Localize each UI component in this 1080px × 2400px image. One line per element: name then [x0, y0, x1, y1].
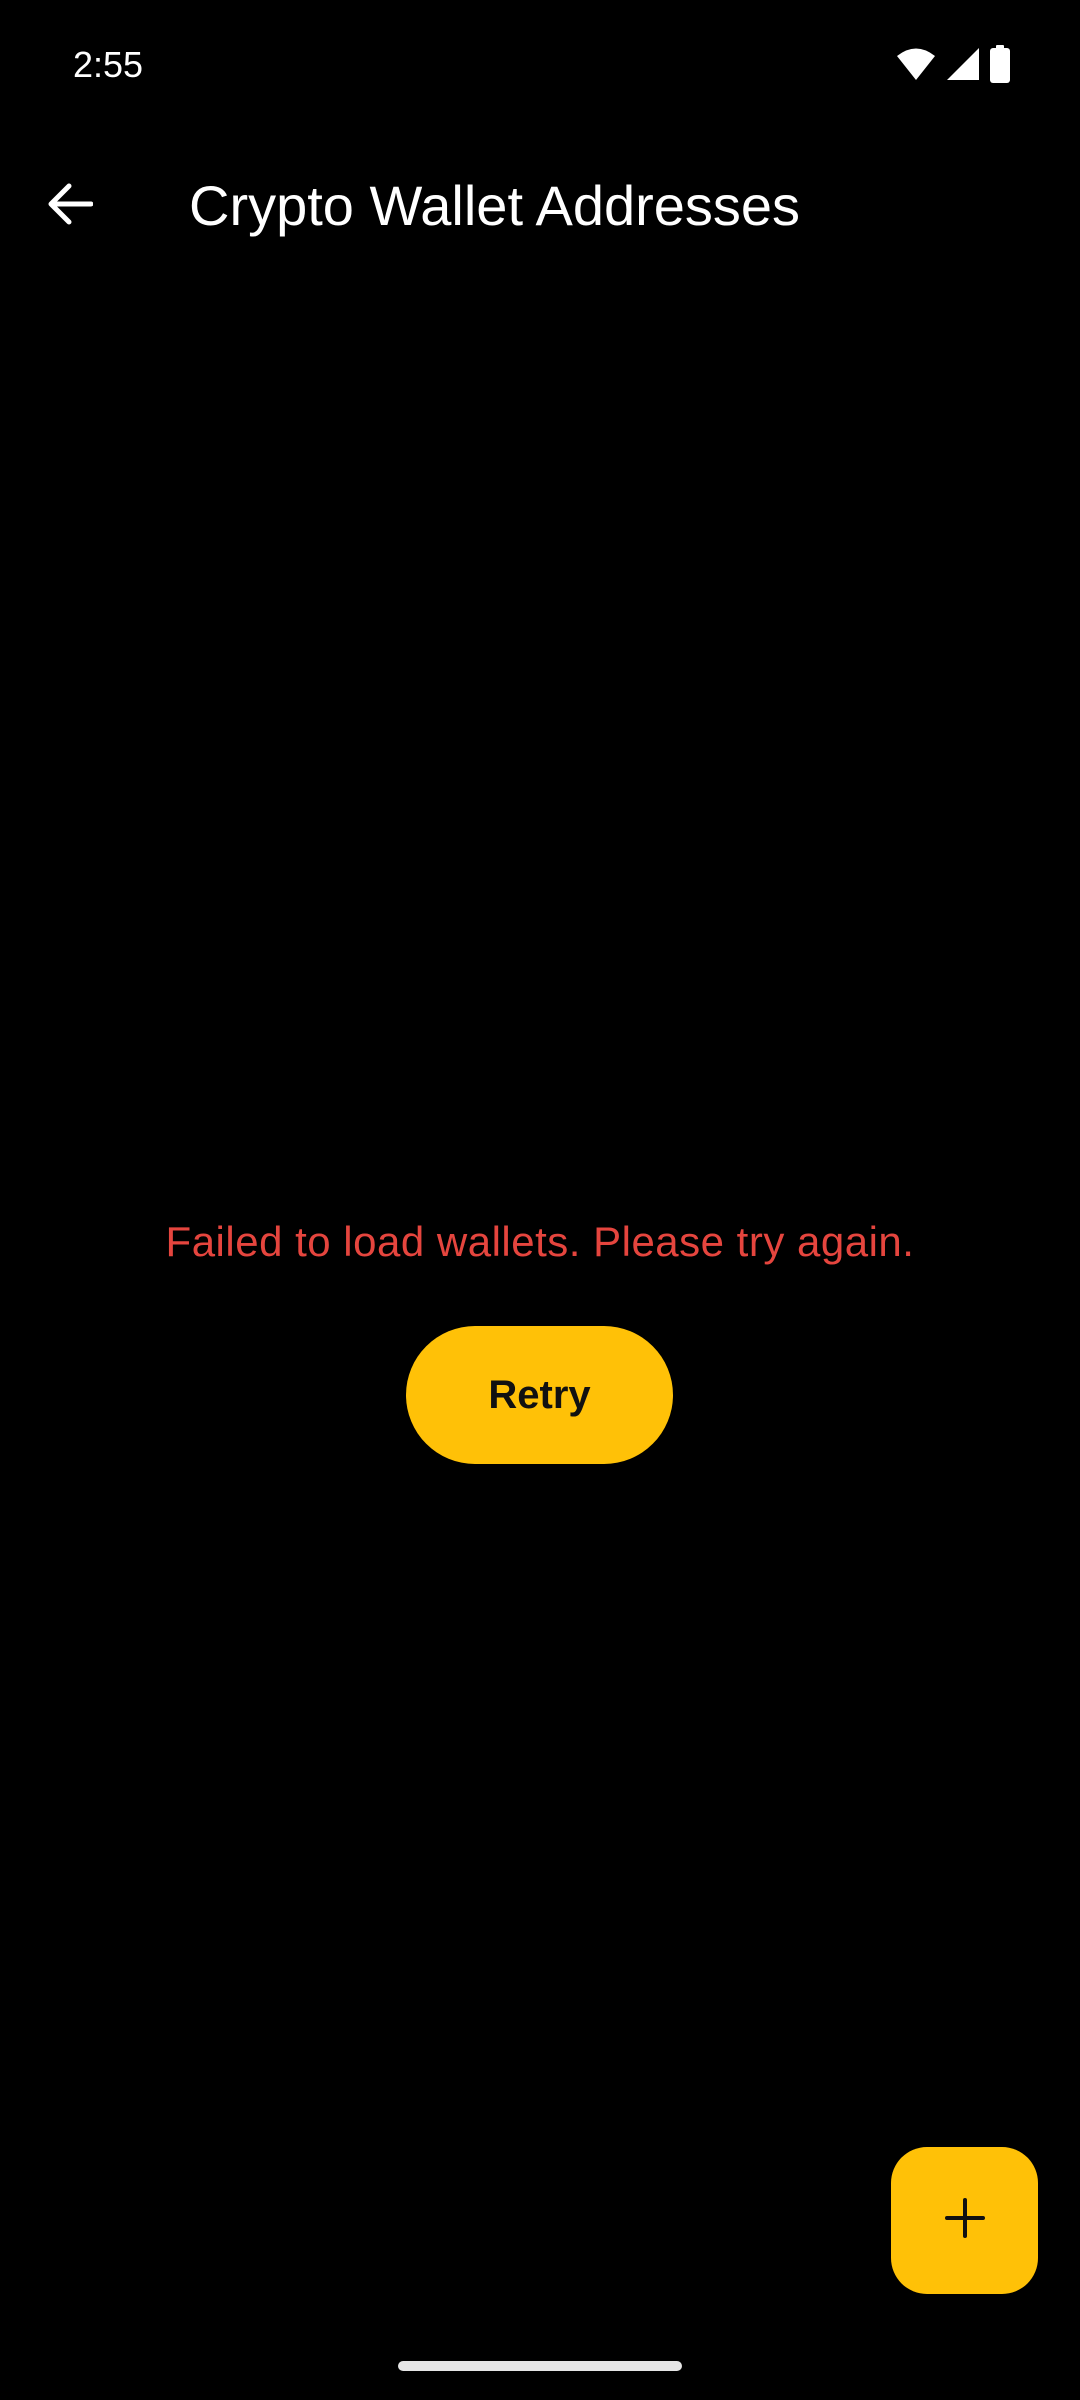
plus-icon	[944, 2198, 985, 2243]
status-time: 2:55	[73, 44, 144, 85]
app-bar: Crypto Wallet Addresses	[0, 150, 1080, 262]
wifi-icon	[896, 47, 936, 86]
battery-icon	[990, 44, 1010, 88]
gesture-nav-handle[interactable]	[398, 2361, 682, 2371]
cellular-signal-icon	[946, 47, 980, 86]
status-icons	[896, 44, 1010, 88]
back-button[interactable]	[34, 170, 106, 242]
arrow-back-icon	[47, 183, 94, 230]
status-bar: 2:55	[0, 0, 1080, 130]
page-title: Crypto Wallet Addresses	[189, 174, 801, 237]
add-wallet-fab[interactable]	[891, 2147, 1038, 2294]
error-message: Failed to load wallets. Please try again…	[165, 1218, 915, 1265]
retry-button[interactable]: Retry	[406, 1326, 673, 1464]
